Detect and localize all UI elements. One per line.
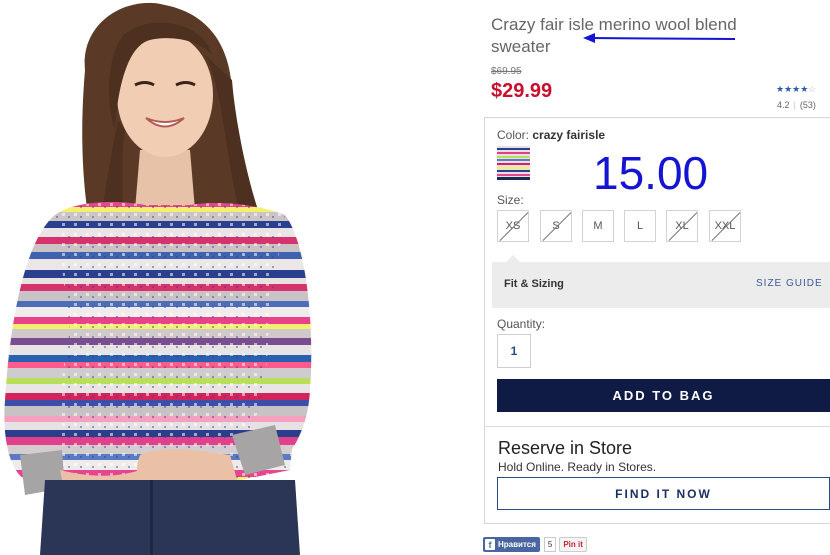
size-option-xs[interactable]: XS <box>497 210 529 242</box>
quantity-label: Quantity: <box>497 317 546 331</box>
facebook-like-count: 5 <box>543 536 557 552</box>
rating-value: 4.2 <box>777 100 790 110</box>
size-guide-link[interactable]: SIZE GUIDE <box>756 278 823 289</box>
facebook-like-button[interactable]: f Нравится <box>483 536 540 552</box>
reserve-title: Reserve in Store <box>498 438 633 458</box>
star-empty-icon: ☆ <box>808 84 817 94</box>
pinterest-pin-label: Pin it <box>563 539 583 549</box>
star-icons: ★★★★ <box>776 84 809 94</box>
social-share-bar: f Нравится 5 Pin it <box>483 536 587 552</box>
rating-stars[interactable]: ★★★★☆ <box>776 84 816 95</box>
color-swatch-crazy-fairisle[interactable] <box>497 146 530 180</box>
rating-separator: | <box>793 100 796 110</box>
size-option-xxl[interactable]: XXL <box>709 210 741 242</box>
section-divider <box>484 426 830 427</box>
annotation-arrow <box>583 33 736 43</box>
original-price: $69.95 <box>491 66 522 77</box>
add-to-bag-button[interactable]: ADD TO BAG <box>497 379 830 412</box>
review-count: (53) <box>799 100 816 110</box>
overlay-number: 15.00 <box>593 147 709 199</box>
product-image[interactable] <box>0 0 330 555</box>
facebook-icon: f <box>485 538 495 550</box>
color-label: Color: crazy fairisle <box>497 128 605 142</box>
rating-summary[interactable]: 4.2 | (53) <box>777 100 816 110</box>
size-option-xl[interactable]: XL <box>666 210 698 242</box>
quantity-select[interactable]: 1 <box>497 334 531 368</box>
size-option-s[interactable]: S <box>540 210 572 242</box>
size-option-m[interactable]: M <box>582 210 614 242</box>
facebook-like-label: Нравится <box>498 539 536 549</box>
find-it-now-button[interactable]: FIND IT NOW <box>497 477 830 510</box>
pinterest-pin-button[interactable]: Pin it <box>559 536 587 552</box>
sale-price: $29.99 <box>491 80 553 102</box>
fit-sizing-title: Fit & Sizing <box>504 278 564 290</box>
size-label: Size: <box>497 193 524 207</box>
reserve-subtitle: Hold Online. Ready in Stores. <box>498 460 657 474</box>
color-label-text: Color: <box>497 128 530 142</box>
size-option-l[interactable]: L <box>624 210 656 242</box>
selected-color: crazy fairisle <box>532 128 606 142</box>
